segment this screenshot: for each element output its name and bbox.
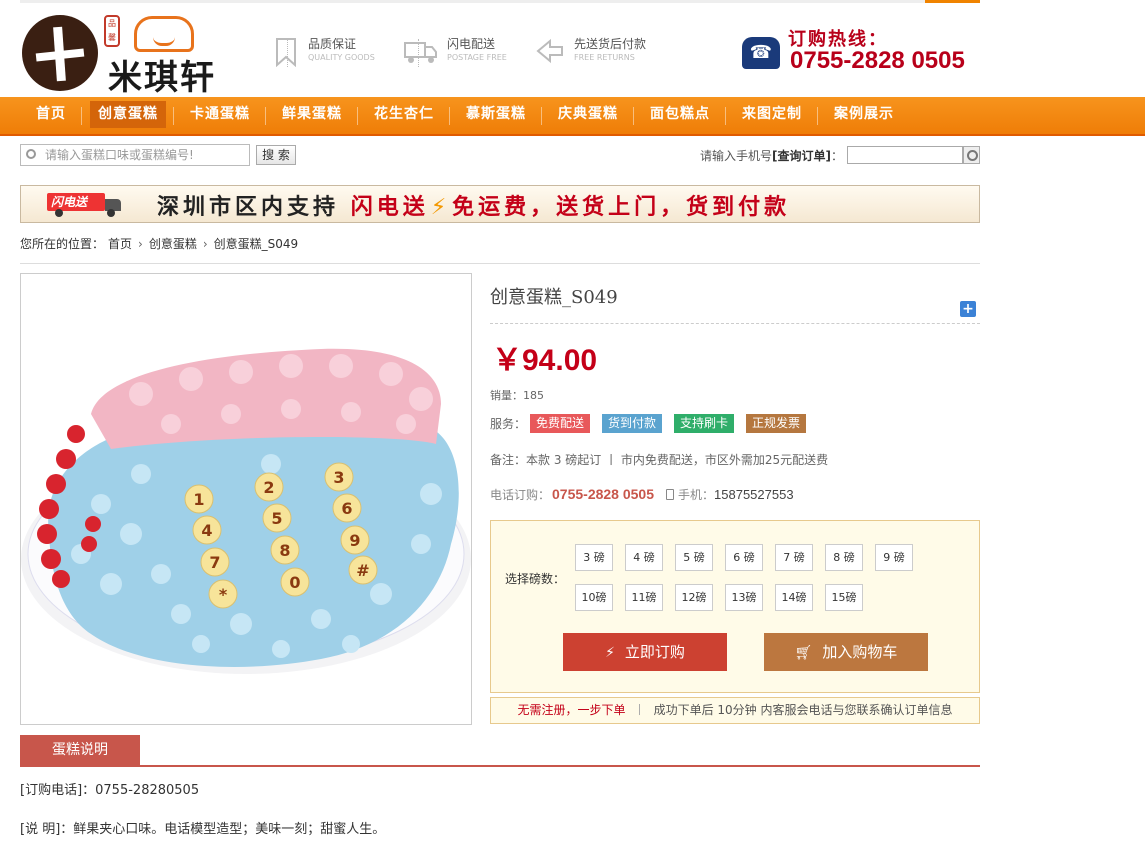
nav-item-custom[interactable]: 来图定制 bbox=[726, 97, 818, 134]
weight-option[interactable]: 14磅 bbox=[775, 584, 813, 611]
order-query-label: 请输入手机号[查询订单]： bbox=[700, 149, 844, 163]
svg-text:9: 9 bbox=[349, 531, 360, 550]
tag-card: 支持刷卡 bbox=[674, 414, 735, 433]
svg-text:*: * bbox=[219, 585, 228, 604]
telephone-icon: ☎ bbox=[742, 37, 780, 69]
weight-option[interactable]: 9 磅 bbox=[875, 544, 913, 571]
svg-text:3: 3 bbox=[333, 468, 344, 487]
svg-text:6: 6 bbox=[341, 499, 352, 518]
weight-option[interactable]: 4 磅 bbox=[625, 544, 663, 571]
buy-box: 选择磅数： 3 磅 4 磅 5 磅 6 磅 7 磅 8 磅 9 磅 10磅 11… bbox=[490, 520, 980, 693]
expand-plus-icon[interactable]: + bbox=[960, 301, 976, 317]
delivery-banner: 闪电送 深圳市区内支持 闪电送⚡免运费，送货上门，货到付款 bbox=[20, 185, 980, 223]
svg-text:4: 4 bbox=[201, 521, 212, 540]
svg-text:8: 8 bbox=[279, 541, 290, 560]
nav-item-mousse[interactable]: 慕斯蛋糕 bbox=[450, 97, 542, 134]
weight-option[interactable]: 11磅 bbox=[625, 584, 663, 611]
nav-item-home[interactable]: 首页 bbox=[20, 97, 82, 134]
nav-item-cases[interactable]: 案例展示 bbox=[818, 97, 910, 134]
product-title: 创意蛋糕_S049 bbox=[490, 287, 618, 308]
breadcrumb-home[interactable]: 首页 bbox=[108, 237, 132, 251]
nav-item-fruit[interactable]: 鲜果蛋糕 bbox=[266, 97, 358, 134]
product-price: ￥94.00 bbox=[492, 344, 598, 377]
svg-text:7: 7 bbox=[209, 553, 220, 572]
truck-icon bbox=[403, 37, 437, 67]
return-icon bbox=[534, 37, 563, 67]
weight-label: 选择磅数： bbox=[505, 572, 566, 586]
svg-text:1: 1 bbox=[193, 490, 204, 509]
logo-mark-icon bbox=[22, 15, 98, 91]
breadcrumb-category[interactable]: 创意蛋糕 bbox=[149, 237, 197, 251]
hotline-number[interactable]: 0755-2828 0505 bbox=[790, 47, 965, 75]
weight-option[interactable]: 3 磅 bbox=[575, 544, 613, 571]
weight-option[interactable]: 12磅 bbox=[675, 584, 713, 611]
svg-text:0: 0 bbox=[289, 573, 300, 592]
banner-text: 深圳市区内支持 闪电送⚡免运费，送货上门，货到付款 bbox=[157, 195, 791, 220]
weight-option[interactable]: 6 磅 bbox=[725, 544, 763, 571]
svg-text:5: 5 bbox=[271, 509, 282, 528]
description-tabbar: 蛋糕说明 bbox=[20, 735, 980, 767]
description-line: [订购电话]：0755-28280505 bbox=[20, 783, 200, 798]
sales-count: 销量：185 bbox=[490, 389, 544, 402]
telephone-cake-illustration: 1 2 3 4 5 6 7 8 9 * 0 # bbox=[21, 348, 471, 674]
search-icon bbox=[26, 149, 36, 159]
description-line: [说 明]：鲜果夹心口味。电话模型造型；美味一刻；甜蜜人生。 bbox=[20, 822, 386, 837]
main-nav: 首页 创意蛋糕 卡通蛋糕 鲜果蛋糕 花生杏仁 慕斯蛋糕 庆典蛋糕 面包糕点 来图… bbox=[0, 97, 1145, 136]
top-line bbox=[20, 0, 980, 3]
nav-item-bread[interactable]: 面包糕点 bbox=[634, 97, 726, 134]
mobile-number[interactable]: 15875527553 bbox=[714, 487, 794, 502]
search-input[interactable]: 请输入蛋糕口味或蛋糕编号! bbox=[20, 144, 250, 166]
buy-now-button[interactable]: ⚡ 立即订购 bbox=[563, 633, 727, 671]
order-promo: 无需注册，一步下单丨成功下单后 10分钟 内客服会电话与您联系确认订单信息 bbox=[490, 697, 980, 724]
lightning-icon: ⚡ bbox=[605, 645, 615, 661]
chef-hat-icon bbox=[134, 16, 194, 52]
site-header: 品馨 米琪轩 品质保证 QUALITY GOODS 闪电配送 POSTAGE F… bbox=[20, 5, 982, 98]
service-label: 服务： bbox=[490, 417, 527, 431]
nav-item-peanut[interactable]: 花生杏仁 bbox=[358, 97, 450, 134]
bookmark-icon bbox=[272, 37, 300, 68]
breadcrumb: 您所在的位置： 首页 › 创意蛋糕 › 创意蛋糕_S049 bbox=[20, 237, 299, 251]
logo-seal: 品馨 bbox=[104, 15, 120, 47]
breadcrumb-current: 创意蛋糕_S049 bbox=[213, 237, 299, 251]
mobile-icon bbox=[666, 489, 675, 500]
nav-item-cartoon[interactable]: 卡通蛋糕 bbox=[174, 97, 266, 134]
nav-item-creative[interactable]: 创意蛋糕 bbox=[82, 97, 174, 134]
weight-option[interactable]: 13磅 bbox=[725, 584, 763, 611]
weight-option[interactable]: 7 磅 bbox=[775, 544, 813, 571]
add-to-cart-button[interactable]: 🛒︎ 加入购物车 bbox=[764, 633, 928, 671]
tag-free-shipping: 免费配送 bbox=[530, 414, 591, 433]
nav-item-celebration[interactable]: 庆典蛋糕 bbox=[542, 97, 634, 134]
weight-option[interactable]: 5 磅 bbox=[675, 544, 713, 571]
logo[interactable]: 品馨 米琪轩 bbox=[22, 10, 227, 98]
weight-option[interactable]: 10磅 bbox=[575, 584, 613, 611]
order-query-input[interactable] bbox=[847, 146, 963, 164]
tab-description[interactable]: 蛋糕说明 bbox=[20, 735, 140, 765]
tag-cod: 货到付款 bbox=[602, 414, 663, 433]
hotline: ☎ 订购热线： 0755-2828 0505 bbox=[742, 23, 982, 83]
svg-text:#: # bbox=[356, 561, 369, 580]
phone-order: 电话订购： 0755-2828 0505 手机：15875527553 bbox=[490, 486, 794, 502]
lightning-icon: ⚡ bbox=[430, 195, 451, 220]
search-button[interactable]: 搜 索 bbox=[256, 145, 296, 165]
weight-option[interactable]: 15磅 bbox=[825, 584, 863, 611]
svg-text:2: 2 bbox=[263, 478, 274, 497]
weight-option[interactable]: 8 磅 bbox=[825, 544, 863, 571]
tag-invoice: 正规发票 bbox=[746, 414, 807, 433]
order-note: 备注：本款 3 磅起订 丨 市内免费配送，市区外需加25元配送费 bbox=[490, 453, 829, 467]
phone-number[interactable]: 0755-2828 0505 bbox=[552, 486, 654, 502]
logo-name: 米琪轩 bbox=[108, 58, 216, 98]
order-search-icon[interactable] bbox=[963, 146, 980, 164]
cart-icon: 🛒︎ bbox=[794, 645, 813, 661]
product-image[interactable]: 1 2 3 4 5 6 7 8 9 * 0 # bbox=[20, 273, 472, 725]
search-bar: 请输入蛋糕口味或蛋糕编号! 搜 索 请输入手机号[查询订单]： bbox=[20, 143, 980, 167]
truck-icon: 闪电送 bbox=[47, 191, 123, 217]
